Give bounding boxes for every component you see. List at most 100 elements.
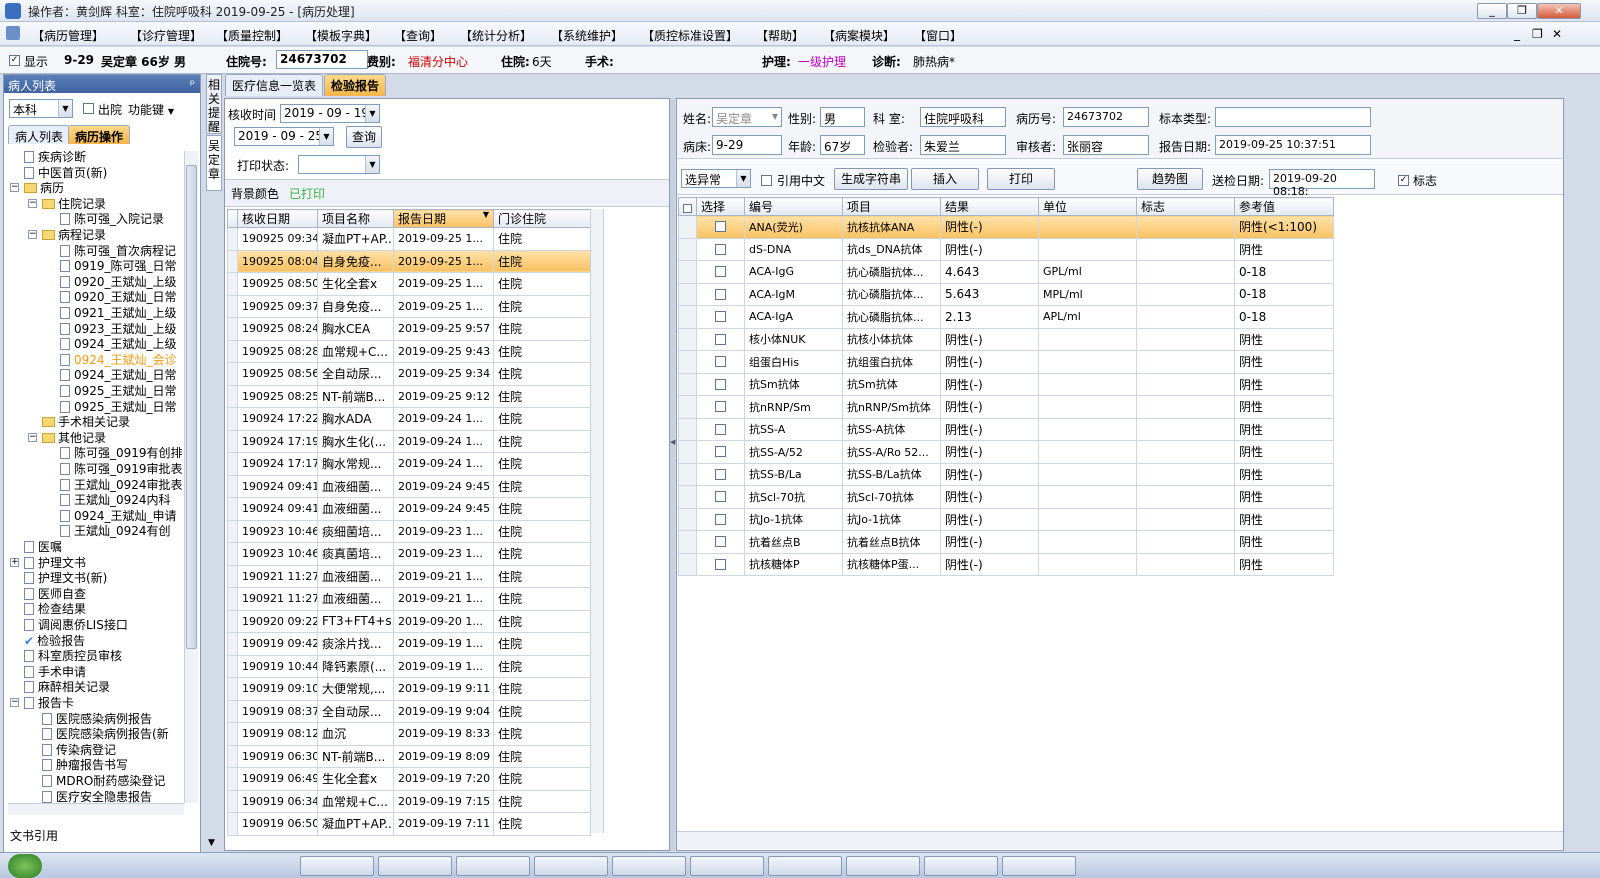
tree-item[interactable]: − 其他记录 bbox=[28, 430, 106, 446]
restore-button[interactable]: ❐ bbox=[1507, 3, 1537, 19]
report-date-field[interactable]: 2019-09-25 10:37:51 bbox=[1215, 135, 1371, 155]
app-menu-icon[interactable] bbox=[6, 26, 20, 40]
result-row[interactable]: ACA-IgA 抗心磷脂抗体... 2.13 APL/ml 0-18 bbox=[678, 305, 1334, 329]
menu-case[interactable]: 【病案模块】 bbox=[823, 27, 895, 44]
menu-window[interactable]: 【窗口】 bbox=[914, 27, 962, 44]
tree-item[interactable]: 王斌灿_0924内科 bbox=[60, 492, 171, 508]
lab-list-row[interactable]: 190925 09:37 自身免疫... 2019-09-25 1... 住院 bbox=[227, 294, 591, 318]
record-no-field[interactable]: 24673702 bbox=[1063, 107, 1149, 127]
date-to-picker[interactable]: 2019 - 09 - 25 ▼ bbox=[234, 127, 334, 146]
select-all-checkbox[interactable] bbox=[683, 203, 692, 213]
lab-list-row[interactable]: 190925 09:34 凝血PT+AP... 2019-09-25 1... 住院 bbox=[227, 227, 591, 251]
tree-item[interactable]: 陈可强_0919有创排 bbox=[60, 445, 183, 461]
col-receive-date[interactable]: 核收日期 bbox=[237, 209, 318, 228]
col-visit-type[interactable]: 门诊住院 bbox=[493, 209, 591, 228]
send-date-field[interactable]: 2019-09-20 08:18: bbox=[1269, 169, 1375, 198]
result-row[interactable]: dS-DNA 抗ds_DNA抗体 阴性(-) 阴性 bbox=[678, 237, 1334, 261]
tree-item[interactable]: ✔ 检验报告 bbox=[24, 633, 85, 649]
tree-item[interactable]: 0925_王斌灿_日常 bbox=[60, 383, 177, 399]
tree-item[interactable]: 检查结果 bbox=[24, 601, 86, 617]
col-item[interactable]: 项目 bbox=[842, 197, 941, 216]
lab-list-row[interactable]: 190919 10:44 降钙素原(... 2019-09-19 1... 住院 bbox=[227, 654, 591, 678]
mdi-minimize-icon[interactable]: _ bbox=[1514, 27, 1520, 41]
lab-list-row[interactable]: 190919 09:10 大便常规,... 2019-09-19 9:11 住院 bbox=[227, 677, 591, 701]
specimen-field[interactable] bbox=[1215, 107, 1371, 127]
tree-item[interactable]: 0924_王斌灿_申请 bbox=[60, 508, 177, 524]
row-select-checkbox[interactable] bbox=[715, 311, 726, 323]
tree-item[interactable]: 0924_王斌灿_上级 bbox=[60, 336, 177, 352]
taskbar-item[interactable] bbox=[846, 856, 920, 876]
trend-chart-button[interactable]: 趋势图 bbox=[1137, 168, 1203, 190]
tree-item[interactable]: 科室质控员审核 bbox=[24, 648, 122, 664]
tree-item[interactable]: 医师自查 bbox=[24, 586, 86, 602]
tab-medical-overview[interactable]: 医疗信息一览表 bbox=[225, 74, 324, 96]
lab-list-row[interactable]: 190919 06:50 凝血PT+AP... 2019-09-19 7:11 住院 bbox=[227, 812, 591, 836]
lab-list-row[interactable]: 190925 08:28 血常规+C... 2019-09-25 9:43 住院 bbox=[227, 339, 591, 363]
flag-checkbox[interactable]: ✓ bbox=[1398, 175, 1409, 186]
taskbar-item[interactable] bbox=[1002, 856, 1076, 876]
tree-item[interactable]: 疾病诊断 bbox=[24, 149, 86, 165]
sex-field[interactable]: 男 bbox=[820, 107, 865, 127]
row-select-checkbox[interactable] bbox=[715, 356, 726, 368]
tree-item[interactable]: 调阅惠侨LIS接口 bbox=[24, 617, 128, 633]
lab-list-row[interactable]: 190919 06:34 血常规+C... 2019-09-19 7:15 住院 bbox=[227, 789, 591, 813]
menu-medical-record[interactable]: 【病历管理】 bbox=[32, 27, 104, 44]
tree-scrollbar[interactable] bbox=[184, 151, 198, 803]
tree-item[interactable]: 陈可强_0919审批表 bbox=[60, 461, 183, 477]
lab-list-row[interactable]: 190925 08:25 NT-前端B... 2019-09-25 9:12 住院 bbox=[227, 384, 591, 408]
result-row[interactable]: 抗SS-A/52 抗SS-A/Ro 52... 阴性(-) 阴性 bbox=[678, 440, 1334, 464]
mdi-close-icon[interactable]: ✕ bbox=[1552, 27, 1562, 41]
menu-diagnosis[interactable]: 【诊疗管理】 bbox=[130, 27, 202, 44]
age-field[interactable]: 67岁 bbox=[820, 135, 865, 155]
tree-item[interactable]: − 住院记录 bbox=[28, 196, 106, 212]
result-row[interactable]: 抗SS-B/La 抗SS-B/La抗体 阴性(-) 阴性 bbox=[678, 462, 1334, 486]
row-select-checkbox[interactable] bbox=[715, 221, 726, 233]
result-row[interactable]: ANA(荧光) 抗核抗体ANA 阴性(-) 阴性(<1:100) bbox=[678, 215, 1334, 239]
row-select-checkbox[interactable] bbox=[715, 378, 726, 390]
result-row[interactable]: ACA-IgG 抗心磷脂抗体... 4.643 GPL/ml 0-18 bbox=[678, 260, 1334, 284]
taskbar-item[interactable] bbox=[534, 856, 608, 876]
lab-list-row[interactable]: 190921 11:27 血液细菌... 2019-09-21 1... 住院 bbox=[227, 587, 591, 611]
tree-item[interactable]: 陈可强_入院记录 bbox=[60, 211, 164, 227]
generate-string-button[interactable]: 生成字符串 bbox=[834, 168, 908, 190]
tree-item[interactable]: 医院感染病例报告 bbox=[42, 711, 152, 727]
col-flag[interactable]: 标志 bbox=[1136, 197, 1235, 216]
tree-item[interactable]: 护理文书(新) bbox=[24, 570, 107, 586]
cite-chinese-checkbox[interactable] bbox=[761, 175, 772, 186]
result-row[interactable]: 抗核糖体P 抗核糖体P蛋... 阴性(-) 阴性 bbox=[678, 552, 1334, 576]
tree-item[interactable]: − 报告卡 bbox=[10, 695, 74, 711]
tree-item[interactable]: 0923_王斌灿_上级 bbox=[60, 321, 177, 337]
row-select-checkbox[interactable] bbox=[715, 446, 726, 458]
lab-list-row[interactable]: 190923 10:46 痰细菌培... 2019-09-23 1... 住院 bbox=[227, 519, 591, 543]
tree-item[interactable]: 医院感染病例报告(新 bbox=[42, 726, 169, 742]
bed-field[interactable]: 9-29 bbox=[712, 135, 782, 155]
tab-lab-report[interactable]: 检验报告 bbox=[324, 74, 387, 96]
result-row[interactable]: 抗SS-A 抗SS-A抗体 阴性(-) 阴性 bbox=[678, 417, 1334, 441]
lab-list-row[interactable]: 190925 08:56 全自动尿... 2019-09-25 9:34 住院 bbox=[227, 362, 591, 386]
list-scrollbar[interactable] bbox=[590, 209, 604, 833]
close-button[interactable]: ✕ bbox=[1537, 3, 1581, 19]
result-row[interactable]: 抗着丝点B 抗着丝点B抗体 阴性(-) 阴性 bbox=[678, 530, 1334, 554]
name-field[interactable]: 吴定章 ▼ bbox=[712, 107, 782, 127]
row-select-checkbox[interactable] bbox=[715, 558, 726, 570]
collapse-icon[interactable]: − bbox=[10, 698, 19, 707]
menu-system[interactable]: 【系统维护】 bbox=[551, 27, 623, 44]
tree-item[interactable]: 王斌灿_0924有创 bbox=[60, 523, 171, 539]
discharge-checkbox[interactable] bbox=[83, 103, 94, 114]
taskbar-item[interactable] bbox=[924, 856, 998, 876]
row-select-checkbox[interactable] bbox=[715, 491, 726, 503]
row-select-checkbox[interactable] bbox=[715, 468, 726, 480]
col-report-date[interactable]: 报告日期 ▼ bbox=[393, 209, 494, 228]
menu-template[interactable]: 【模板字典】 bbox=[305, 27, 377, 44]
taskbar-item[interactable] bbox=[768, 856, 842, 876]
tree-item[interactable]: 医嘱 bbox=[24, 539, 62, 555]
result-row[interactable]: 组蛋白His 抗组蛋白抗体 阴性(-) 阴性 bbox=[678, 350, 1334, 374]
collapse-icon[interactable]: − bbox=[28, 432, 37, 442]
tree-item[interactable]: 0924_王斌灿_会诊 bbox=[60, 352, 177, 368]
tree-item[interactable]: 0919_陈可强_日常 bbox=[60, 258, 177, 274]
lab-list-row[interactable]: 190924 17:19 胸水生化(... 2019-09-24 1... 住院 bbox=[227, 429, 591, 453]
tree-item[interactable]: MDRO耐药感染登记 bbox=[42, 773, 165, 789]
tree-item[interactable]: 0921_王斌灿_上级 bbox=[60, 305, 177, 321]
tree-item[interactable]: 肿瘤报告书写 bbox=[42, 757, 128, 773]
result-row[interactable]: 抗Scl-70抗 抗Scl-70抗体 阴性(-) 阴性 bbox=[678, 485, 1334, 509]
